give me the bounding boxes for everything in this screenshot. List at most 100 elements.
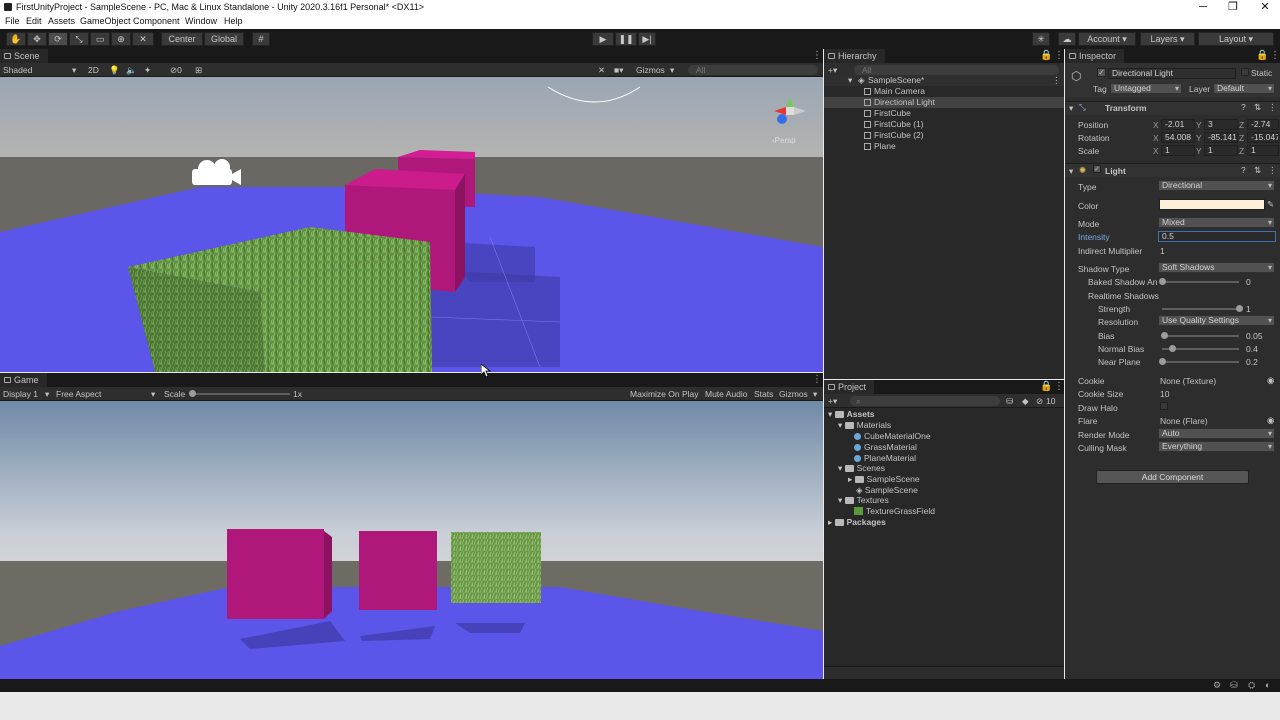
layer-dropdown[interactable]: Default	[1213, 83, 1275, 94]
cookie-field[interactable]: None (Texture)	[1160, 376, 1216, 386]
hierarchy-menu-icon[interactable]: ⋮	[1054, 50, 1064, 61]
stats-toggle[interactable]: Stats	[754, 389, 773, 399]
hierarchy-lock-icon[interactable]: 🔒	[1040, 50, 1052, 61]
rotation-z-field[interactable]: -15.047	[1247, 132, 1279, 143]
hierarchy-item[interactable]: FirstCube	[864, 108, 911, 118]
render-mode-dropdown[interactable]: Auto	[1158, 428, 1275, 439]
object-name-field[interactable]: Directional Light	[1108, 68, 1236, 79]
flare-picker-icon[interactable]: ◉	[1267, 415, 1274, 426]
tab-inspector[interactable]: Inspector	[1065, 49, 1125, 63]
light-foldout-icon[interactable]: ▾	[1069, 166, 1073, 177]
transform-tool-icon[interactable]: ⊕	[111, 32, 131, 46]
scene-search-input[interactable]: All	[688, 65, 818, 75]
project-menu-icon[interactable]: ⋮	[1054, 381, 1064, 392]
project-add-icon[interactable]: +▾	[828, 396, 837, 407]
custom-tool-icon[interactable]: ✕	[132, 32, 154, 46]
bias-value[interactable]: 0.05	[1246, 331, 1263, 341]
scale-slider[interactable]	[192, 393, 290, 395]
near-plane-value[interactable]: 0.2	[1246, 357, 1258, 367]
scene-root-menu-icon[interactable]: ⋮	[1052, 75, 1061, 86]
collab-icon[interactable]: ✳	[1032, 32, 1050, 46]
bias-knob[interactable]	[1160, 332, 1168, 339]
game-gizmos-dropdown[interactable]: Gizmos	[779, 389, 808, 399]
menu-window[interactable]: Window	[185, 16, 217, 26]
layers-dropdown[interactable]: Layers ▾	[1140, 32, 1195, 46]
cookie-size-field[interactable]: 10	[1160, 389, 1169, 399]
tag-dropdown[interactable]: Untagged	[1110, 83, 1182, 94]
rect-tool-icon[interactable]: ▭	[90, 32, 110, 46]
baked-angle-value[interactable]: 0	[1246, 277, 1251, 287]
hierarchy-item[interactable]: FirstCube (2)	[864, 130, 924, 140]
indirect-multiplier-field[interactable]: 1	[1160, 246, 1165, 256]
move-tool-icon[interactable]: ✥	[27, 32, 47, 46]
scale-tool-icon[interactable]: ⤡	[69, 32, 89, 46]
2d-toggle[interactable]: 2D	[88, 65, 99, 75]
shading-mode-dropdown[interactable]: Shaded	[3, 65, 32, 75]
light-help-icon[interactable]: ?	[1241, 165, 1246, 175]
camera-settings-icon[interactable]: ■▾	[614, 65, 623, 76]
pause-button[interactable]: ❚❚	[615, 32, 637, 46]
scene-menu-icon[interactable]: ⋮	[812, 50, 822, 61]
inspector-lock-icon[interactable]: 🔒	[1256, 50, 1268, 61]
layout-dropdown[interactable]: Layout ▾	[1198, 32, 1274, 46]
rotate-tool-icon[interactable]: ⟳	[48, 32, 68, 46]
near-plane-slider[interactable]	[1162, 361, 1239, 363]
menu-component[interactable]: Component	[133, 16, 180, 26]
light-mode-dropdown[interactable]: Mixed	[1158, 217, 1275, 228]
pivot-center-button[interactable]: Center	[161, 32, 203, 46]
progress-icon[interactable]: ⚙	[1213, 680, 1221, 691]
tab-scene[interactable]: Scene	[0, 49, 48, 63]
scenes-folder[interactable]: ▾ Scenes	[838, 463, 885, 474]
baked-angle-slider[interactable]	[1162, 281, 1239, 283]
add-component-button[interactable]: Add Component	[1096, 470, 1249, 484]
hidden-packages-icon[interactable]: ⊘	[1036, 396, 1043, 407]
hierarchy-search-input[interactable]: All	[854, 65, 1059, 75]
rotation-y-field[interactable]: -85.141	[1204, 132, 1238, 143]
filter-label-icon[interactable]: ◆	[1022, 396, 1029, 407]
textures-folder[interactable]: ▾ Textures	[838, 495, 889, 506]
close-icon[interactable]: ✕	[1250, 0, 1280, 15]
global-space-button[interactable]: Global	[204, 32, 244, 46]
packages-folder[interactable]: ▸ Packages	[828, 517, 886, 528]
project-asset-item[interactable]: TextureGrassField	[854, 506, 935, 516]
position-y-field[interactable]: 3	[1204, 119, 1238, 130]
project-search-input[interactable]: ⌕	[850, 396, 1000, 406]
tab-game[interactable]: Game	[0, 373, 47, 387]
tab-project[interactable]: Project	[824, 380, 875, 394]
strength-value[interactable]: 1	[1246, 304, 1251, 314]
draw-halo-checkbox[interactable]	[1160, 402, 1168, 410]
maximize-on-play-toggle[interactable]: Maximize On Play	[630, 389, 699, 399]
effects-toggle-icon[interactable]: ✦	[144, 65, 151, 76]
game-viewport[interactable]	[0, 401, 823, 679]
menu-help[interactable]: Help	[224, 16, 243, 26]
filter-type-icon[interactable]: ⛁	[1006, 396, 1013, 407]
culling-mask-dropdown[interactable]: Everything	[1158, 441, 1275, 452]
audio-toggle-icon[interactable]: 🔈	[126, 65, 137, 76]
project-asset-item[interactable]: ▸ SampleScene	[848, 474, 920, 485]
light-enabled-checkbox[interactable]: ✓	[1093, 165, 1101, 173]
restore-icon[interactable]: ❐	[1218, 0, 1248, 15]
account-dropdown[interactable]: Account ▾	[1078, 32, 1136, 46]
grid-snap-icon[interactable]: #	[252, 32, 270, 46]
cache-server-icon[interactable]: ⛁	[1230, 680, 1238, 691]
transform-help-icon[interactable]: ?	[1241, 102, 1246, 112]
intensity-field[interactable]: 0.5	[1158, 231, 1276, 242]
hand-tool-icon[interactable]: ✋	[6, 32, 26, 46]
game-magenta-cube-2[interactable]	[359, 531, 437, 610]
shadow-type-dropdown[interactable]: Soft Shadows	[1158, 262, 1275, 273]
light-menu-icon[interactable]: ⋮	[1268, 165, 1277, 176]
tab-hierarchy[interactable]: Hierarchy	[824, 49, 885, 63]
static-label[interactable]: Static	[1251, 68, 1272, 78]
resolution-dropdown[interactable]: Use Quality Settings	[1158, 315, 1275, 326]
strength-slider[interactable]	[1162, 308, 1239, 310]
light-color-swatch[interactable]	[1159, 199, 1265, 210]
cookie-picker-icon[interactable]: ◉	[1267, 375, 1274, 386]
project-asset-item[interactable]: PlaneMaterial	[854, 453, 916, 463]
scale-y-field[interactable]: 1	[1204, 145, 1238, 156]
scene-viewport[interactable]: ‹Persp	[0, 77, 823, 372]
light-preset-icon[interactable]: ⇅	[1254, 165, 1261, 176]
gizmos-dropdown[interactable]: Gizmos	[636, 65, 665, 75]
menu-assets[interactable]: Assets	[48, 16, 75, 26]
normal-bias-knob[interactable]	[1169, 345, 1176, 352]
light-type-dropdown[interactable]: Directional	[1158, 180, 1275, 191]
